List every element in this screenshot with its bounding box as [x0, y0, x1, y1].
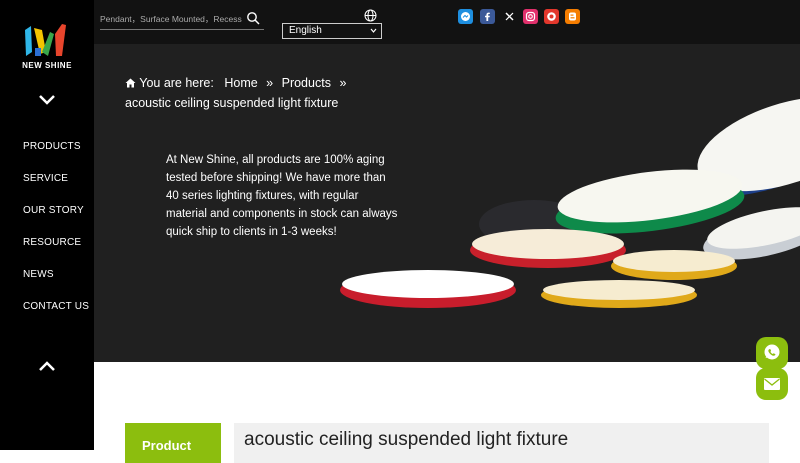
search-icon[interactable] [246, 11, 260, 25]
email-button[interactable] [756, 368, 788, 400]
nav-item-resource[interactable]: RESOURCE [23, 236, 89, 268]
chevron-down-icon [370, 28, 377, 33]
breadcrumb-home[interactable]: Home [224, 76, 257, 90]
home-icon [125, 78, 136, 88]
nav-item-contact-us[interactable]: CONTACT US [23, 300, 89, 332]
weibo-icon[interactable] [544, 9, 559, 24]
breadcrumb-prefix: You are here: [139, 76, 214, 90]
globe-icon [364, 9, 377, 22]
nav-item-our-story[interactable]: OUR STORY [23, 204, 89, 236]
search-input[interactable] [100, 11, 242, 27]
chevron-down-icon[interactable] [36, 92, 58, 108]
product-category-tab[interactable]: Product [125, 423, 221, 463]
breadcrumb-separator: » [266, 76, 274, 90]
messenger-icon[interactable] [458, 9, 473, 24]
brand-name: NEW SHINE [22, 61, 72, 70]
main-nav: PRODUCTS SERVICE OUR STORY RESOURCE NEWS… [23, 140, 89, 332]
search-box [100, 10, 264, 30]
blogger-icon[interactable] [565, 9, 580, 24]
language-selected: English [289, 25, 322, 36]
facebook-icon[interactable] [480, 9, 495, 24]
page-title: acoustic ceiling suspended light fixture [244, 429, 569, 450]
breadcrumb: You are here: Home » Products » acoustic… [125, 73, 375, 113]
hero-banner: You are here: Home » Products » acoustic… [94, 44, 800, 362]
mail-icon [764, 378, 780, 390]
whatsapp-icon [764, 344, 780, 360]
breadcrumb-products[interactable]: Products [282, 76, 331, 90]
title-bar: acoustic ceiling suspended light fixture [234, 423, 769, 463]
breadcrumb-separator: » [339, 76, 347, 90]
hero-description: At New Shine, all products are 100% agin… [166, 154, 398, 238]
whatsapp-button[interactable] [756, 337, 788, 369]
nav-item-products[interactable]: PRODUCTS [23, 140, 89, 172]
main-content: Product acoustic ceiling suspended light… [94, 362, 800, 463]
breadcrumb-current: acoustic ceiling suspended light fixture [125, 96, 339, 110]
nav-item-service[interactable]: SERVICE [23, 172, 89, 204]
sidebar: NEW SHINE PRODUCTS SERVICE OUR STORY RES… [0, 0, 94, 450]
nav-item-news[interactable]: NEWS [23, 268, 89, 300]
instagram-icon[interactable] [523, 9, 538, 24]
chevron-up-icon[interactable] [36, 358, 58, 374]
language-select[interactable]: English [282, 23, 382, 39]
x-icon[interactable] [502, 9, 517, 24]
top-bar: English [94, 0, 800, 44]
